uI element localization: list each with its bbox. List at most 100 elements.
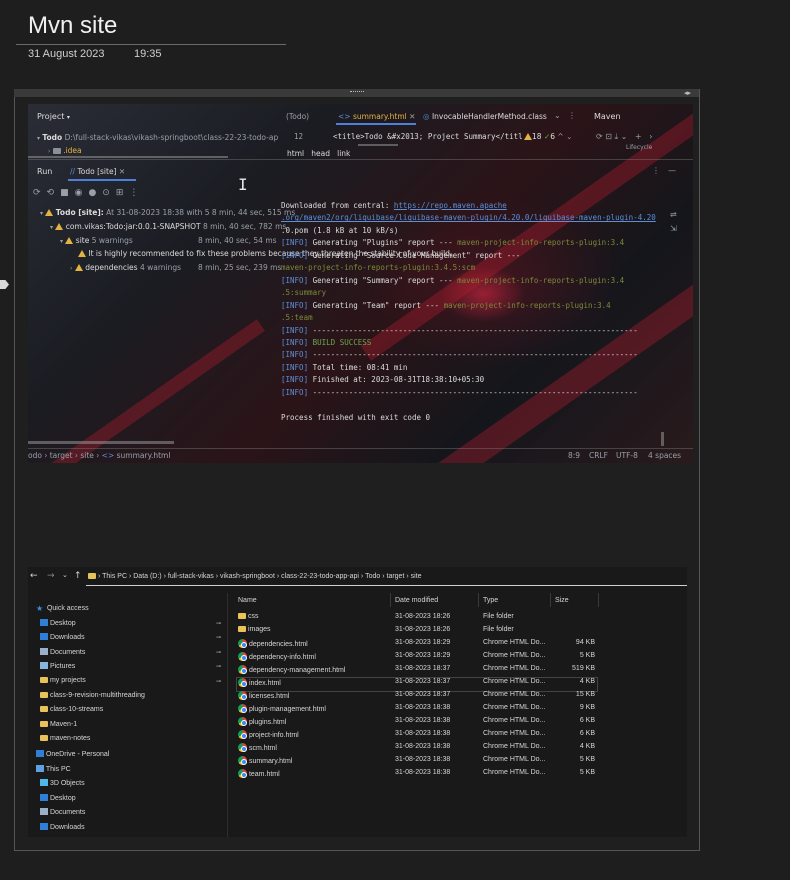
console-line[interactable]: Process finished with exit code 0 [281,413,430,422]
file-name[interactable]: dependency-management.html [238,665,345,674]
nav-item-downloads[interactable]: Downloads [40,823,85,831]
console-line[interactable]: [INFO] Generating "Summary" report --- m… [281,276,624,285]
resize-arrows-icon[interactable]: ◂▸ [684,89,691,97]
file-name[interactable]: plugin-management.html [238,704,326,713]
file-name[interactable]: images [238,626,271,633]
nav-item-my-projects[interactable]: my projects [40,677,86,684]
breadcrumb-this-pc[interactable]: This PC [102,573,127,580]
up-arrow-icon[interactable]: ↑ [74,571,82,581]
column-divider[interactable] [390,593,391,607]
console-line[interactable]: [INFO] BUILD SUCCESS [281,338,371,347]
address-breadcrumb[interactable]: › This PC › Data (D:) › full-stack-vikas… [88,573,422,580]
file-name[interactable]: plugins.html [238,717,286,726]
run-toolbar[interactable]: ⟳⟲■◉●⊙⊞⋮ [33,188,144,198]
console-line[interactable]: [INFO] Generating "Plugins" report --- m… [281,238,624,247]
tab-summary-html[interactable]: <> summary.html ✕ [338,112,415,121]
console-line[interactable]: [INFO] Finished at: 2023-08-31T18:38:10+… [281,375,484,384]
pin-icon[interactable]: ⊸ [216,678,221,685]
tree-scrollbar[interactable] [28,441,174,444]
console-line[interactable]: [INFO] Total time: 08:41 min [281,363,407,372]
pane-divider[interactable] [227,593,228,837]
console-line[interactable]: [INFO] Generating "Team" report --- mave… [281,301,611,310]
html-breadcrumb[interactable]: html head link [287,149,350,158]
console-link[interactable]: .org/maven2/org/liquibase/liquibase-mave… [281,213,656,222]
console-scrollbar[interactable] [661,432,664,446]
nav-item-downloads[interactable]: Downloads [40,633,85,641]
editor-code-line[interactable]: <title>Todo &#x2013; Project Summary</ti… [333,132,523,141]
breadcrumb-target[interactable]: target [387,573,405,580]
file-name[interactable]: team.html [238,769,280,778]
pin-icon[interactable]: ⊸ [216,649,221,656]
inspection-widget[interactable]: 18 ✓6 ^ ⌄ [524,132,572,141]
nav-item-desktop[interactable]: Desktop [40,618,76,627]
breadcrumb-full-stack-vikas[interactable]: full-stack-vikas [168,573,214,580]
file-name[interactable]: dependencies.html [238,639,308,648]
file-name[interactable]: css [238,613,258,620]
minimize-icon[interactable]: — [668,166,676,175]
console-line[interactable]: .5:summary [281,288,326,297]
file-name[interactable]: index.html [238,678,281,687]
more-options-icon[interactable]: ⋮ [568,111,576,120]
nav-item-this-pc[interactable]: This PC [36,764,71,773]
nav-item-documents[interactable]: Documents [40,647,85,656]
drag-grip-icon[interactable] [350,91,364,95]
tab-todo[interactable]: (Todo) [286,112,309,121]
run-options-icon[interactable]: ⋮ [652,166,660,175]
tab-run-todo-site[interactable]: // Todo [site] ✕ [70,167,125,176]
file-name[interactable]: summary.html [238,756,292,765]
nav-item-maven-1[interactable]: Maven-1 [40,720,77,728]
column-divider[interactable] [550,593,551,607]
pin-icon[interactable]: ⊸ [216,663,221,670]
pin-icon[interactable]: ⊸ [216,634,221,641]
breadcrumb-vikash-springboot[interactable]: vikash-springboot [220,573,275,580]
console-line[interactable]: [INFO] Generating "Source Code Managemen… [281,251,520,260]
tree-row-dependencies[interactable]: › dependencies 4 warnings [70,263,181,272]
pin-icon[interactable]: ⊸ [216,620,221,627]
console-line[interactable]: [INFO] ---------------------------------… [281,388,638,397]
file-name[interactable]: project-info.html [238,730,299,739]
line-separator[interactable]: CRLF [589,451,608,460]
tab-invocable-handler[interactable]: ◎ InvocableHandlerMethod.class [423,112,547,121]
nav-item-class-10-streams[interactable]: class-10-streams [40,706,103,713]
console-line[interactable]: Downloaded from central: https://repo.ma… [281,201,507,210]
maven-toolbar[interactable]: ⟳ ⊡ ⤓ ⌄ + › [596,132,652,142]
breadcrumb-class-22-23-todo-app-api[interactable]: class-22-23-todo-app-api [281,573,359,580]
breadcrumb-site[interactable]: site [411,573,422,580]
console-link[interactable]: https://repo.maven.apache [394,201,507,210]
nav-item-class-9-revision-multithreading[interactable]: class-9-revision-multithreading [40,691,145,699]
console-line[interactable]: [INFO] ---------------------------------… [281,326,638,335]
col-type[interactable]: Type [483,597,498,604]
file-encoding[interactable]: UTF-8 [616,451,638,460]
col-size[interactable]: Size [555,597,569,604]
page-title[interactable]: Mvn site [28,12,117,40]
horizontal-scrollbar[interactable] [28,156,228,158]
tabs-dropdown-icon[interactable]: ⌄ [554,111,561,120]
tree-row-com-vikas[interactable]: ▾ com.vikas:Todo:jar:0.0.1-SNAPSHOT 8 mi… [50,222,286,231]
console-line[interactable]: [INFO] ---------------------------------… [281,350,638,359]
console-line[interactable]: .0.pom (1.8 kB at 10 kB/s) [281,226,398,235]
project-panel-label[interactable]: Project ▾ [37,112,70,121]
cursor-position[interactable]: 8:9 [568,451,580,460]
file-name[interactable]: licenses.html [238,691,289,700]
nav-item-onedrive-personal[interactable]: OneDrive - Personal [36,750,109,758]
address-bar[interactable]: › This PC › Data (D:) › full-stack-vikas… [86,570,687,586]
file-name[interactable]: scm.html [238,743,277,752]
column-divider[interactable] [478,593,479,607]
run-panel-label[interactable]: Run [37,167,52,176]
nav-item-desktop[interactable]: Desktop [40,793,76,802]
console-line[interactable]: maven-project-info-reports-plugin:3.4.5:… [281,263,475,272]
column-divider[interactable] [598,593,599,607]
back-arrow-icon[interactable]: ← [30,571,38,581]
breadcrumb-todo[interactable]: Todo [365,573,380,580]
maven-lifecycle[interactable]: Lifecycle [626,144,652,151]
console-line[interactable]: .org/maven2/org/liquibase/liquibase-mave… [281,213,656,222]
expand-panel-icon[interactable] [0,280,9,289]
nav-item-maven-notes[interactable]: maven-notes [40,735,90,742]
nav-item-documents[interactable]: Documents [40,808,85,816]
nav-item-pictures[interactable]: Pictures [40,662,75,670]
breadcrumb-data-d-[interactable]: Data (D:) [133,573,161,580]
maven-panel-label[interactable]: Maven [594,112,621,121]
nav-item-3d-objects[interactable]: 3D Objects [40,779,85,787]
recent-dropdown-icon[interactable]: ⌄ [62,571,68,579]
editor-scrollbar[interactable] [358,144,398,146]
